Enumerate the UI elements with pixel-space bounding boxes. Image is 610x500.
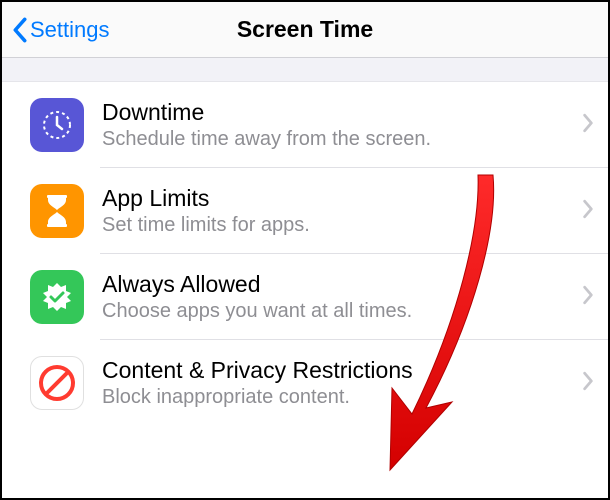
row-text: App Limits Set time limits for apps. <box>102 185 574 237</box>
row-title: App Limits <box>102 185 574 212</box>
chevron-right-icon <box>582 113 594 138</box>
app-limits-icon <box>30 184 84 238</box>
chevron-right-icon <box>582 285 594 310</box>
chevron-right-icon <box>582 199 594 224</box>
always-allowed-icon <box>30 270 84 324</box>
back-button[interactable]: Settings <box>2 17 110 43</box>
settings-list: Downtime Schedule time away from the scr… <box>2 82 608 426</box>
row-subtitle: Set time limits for apps. <box>102 214 574 237</box>
list-spacer <box>2 58 608 82</box>
row-downtime[interactable]: Downtime Schedule time away from the scr… <box>2 82 608 168</box>
row-content-privacy[interactable]: Content & Privacy Restrictions Block ina… <box>2 340 608 426</box>
content-privacy-icon <box>30 356 84 410</box>
row-title: Downtime <box>102 99 574 126</box>
row-subtitle: Choose apps you want at all times. <box>102 300 574 323</box>
row-app-limits[interactable]: App Limits Set time limits for apps. <box>2 168 608 254</box>
row-title: Always Allowed <box>102 271 574 298</box>
row-subtitle: Schedule time away from the screen. <box>102 128 574 151</box>
row-always-allowed[interactable]: Always Allowed Choose apps you want at a… <box>2 254 608 340</box>
row-subtitle: Block inappropriate content. <box>102 386 574 409</box>
row-text: Content & Privacy Restrictions Block ina… <box>102 357 574 409</box>
row-text: Downtime Schedule time away from the scr… <box>102 99 574 151</box>
row-text: Always Allowed Choose apps you want at a… <box>102 271 574 323</box>
back-label: Settings <box>30 17 110 43</box>
navigation-header: Settings Screen Time <box>2 2 608 58</box>
downtime-icon <box>30 98 84 152</box>
row-title: Content & Privacy Restrictions <box>102 357 574 384</box>
chevron-right-icon <box>582 371 594 396</box>
page-title: Screen Time <box>237 16 373 43</box>
chevron-left-icon <box>12 17 28 43</box>
